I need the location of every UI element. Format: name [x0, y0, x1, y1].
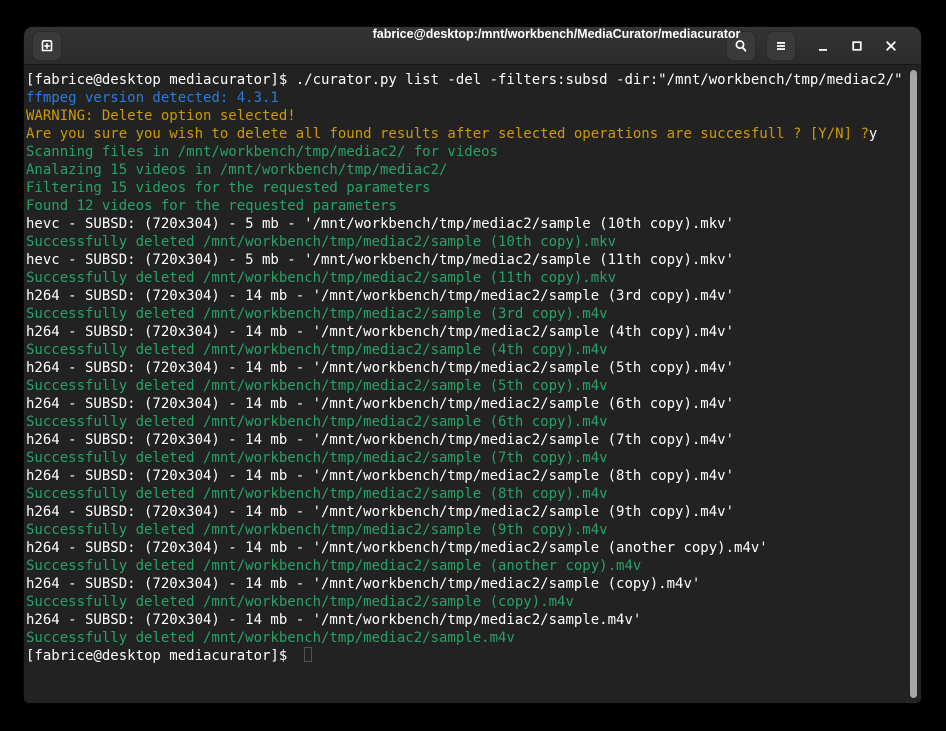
search-icon: [733, 38, 749, 54]
terminal-line: Are you sure you wish to delete all foun…: [26, 125, 907, 143]
terminal-line: h264 - SUBSD: (720x304) - 14 mb - '/mnt/…: [26, 359, 907, 377]
headerbar[interactable]: fabrice@desktop:/mnt/workbench/MediaCura…: [24, 27, 921, 65]
terminal-text-segment: h264 - SUBSD: (720x304) - 14 mb - '/mnt/…: [26, 360, 734, 376]
terminal-text-segment: [fabrice@desktop mediacurator]$ ./curato…: [26, 72, 903, 88]
terminal-text-segment: h264 - SUBSD: (720x304) - 14 mb - '/mnt/…: [26, 576, 700, 592]
terminal-line: h264 - SUBSD: (720x304) - 14 mb - '/mnt/…: [26, 431, 907, 449]
terminal-lines: [fabrice@desktop mediacurator]$ ./curato…: [26, 71, 907, 665]
terminal-line: Scanning files in /mnt/workbench/tmp/med…: [26, 143, 907, 161]
terminal-line: [fabrice@desktop mediacurator]$ ./curato…: [26, 71, 907, 89]
terminal-text-segment: hevc - SUBSD: (720x304) - 5 mb - '/mnt/w…: [26, 252, 734, 268]
terminal-text-segment: Successfully deleted /mnt/workbench/tmp/…: [26, 306, 608, 322]
terminal-text-segment: h264 - SUBSD: (720x304) - 14 mb - '/mnt/…: [26, 288, 734, 304]
terminal-text-segment: h264 - SUBSD: (720x304) - 14 mb - '/mnt/…: [26, 432, 734, 448]
terminal-text-segment: [fabrice@desktop mediacurator]$: [26, 648, 296, 664]
minimize-icon: [815, 38, 831, 54]
terminal-text-segment: Successfully deleted /mnt/workbench/tmp/…: [26, 450, 608, 466]
terminal-line: h264 - SUBSD: (720x304) - 14 mb - '/mnt/…: [26, 575, 907, 593]
scrollbar-thumb[interactable]: [910, 70, 917, 698]
terminal-output[interactable]: [fabrice@desktop mediacurator]$ ./curato…: [24, 65, 921, 702]
terminal-line: Successfully deleted /mnt/workbench/tmp/…: [26, 485, 907, 503]
terminal-line: h264 - SUBSD: (720x304) - 14 mb - '/mnt/…: [26, 611, 907, 629]
terminal-line: Successfully deleted /mnt/workbench/tmp/…: [26, 557, 907, 575]
maximize-icon: [849, 38, 865, 54]
search-button[interactable]: [726, 31, 756, 61]
terminal-text-segment: Successfully deleted /mnt/workbench/tmp/…: [26, 486, 608, 502]
terminal-text-segment: h264 - SUBSD: (720x304) - 14 mb - '/mnt/…: [26, 612, 641, 628]
terminal-line: h264 - SUBSD: (720x304) - 14 mb - '/mnt/…: [26, 503, 907, 521]
terminal-line: h264 - SUBSD: (720x304) - 14 mb - '/mnt/…: [26, 323, 907, 341]
terminal-text-segment: y: [869, 126, 877, 142]
terminal-text-segment: Successfully deleted /mnt/workbench/tmp/…: [26, 378, 608, 394]
terminal-line: h264 - SUBSD: (720x304) - 14 mb - '/mnt/…: [26, 467, 907, 485]
terminal-line: WARNING: Delete option selected!: [26, 107, 907, 125]
terminal-line: Successfully deleted /mnt/workbench/tmp/…: [26, 521, 907, 539]
terminal-cursor: [304, 647, 312, 662]
terminal-line: Successfully deleted /mnt/workbench/tmp/…: [26, 269, 907, 287]
terminal-text-segment: ffmpeg version detected: 4.3.1: [26, 90, 279, 106]
maximize-button[interactable]: [840, 31, 874, 61]
terminal-text-segment: Successfully deleted /mnt/workbench/tmp/…: [26, 558, 641, 574]
terminal-text-segment: Successfully deleted /mnt/workbench/tmp/…: [26, 630, 515, 646]
terminal-text-segment: Successfully deleted /mnt/workbench/tmp/…: [26, 522, 608, 538]
new-tab-icon: [39, 38, 55, 54]
terminal-line: Successfully deleted /mnt/workbench/tmp/…: [26, 341, 907, 359]
terminal-line: h264 - SUBSD: (720x304) - 14 mb - '/mnt/…: [26, 395, 907, 413]
terminal-line: h264 - SUBSD: (720x304) - 14 mb - '/mnt/…: [26, 287, 907, 305]
terminal-text-segment: Successfully deleted /mnt/workbench/tmp/…: [26, 594, 574, 610]
terminal-text-segment: hevc - SUBSD: (720x304) - 5 mb - '/mnt/w…: [26, 216, 734, 232]
close-icon: [883, 38, 899, 54]
hamburger-menu-icon: [774, 39, 788, 53]
terminal-text-segment: Analazing 15 videos in /mnt/workbench/tm…: [26, 162, 447, 178]
terminal-line: Successfully deleted /mnt/workbench/tmp/…: [26, 593, 907, 611]
terminal-text-segment: Found 12 videos for the requested parame…: [26, 198, 397, 214]
terminal-line: Successfully deleted /mnt/workbench/tmp/…: [26, 413, 907, 431]
terminal-line: Successfully deleted /mnt/workbench/tmp/…: [26, 305, 907, 323]
terminal-text-segment: Successfully deleted /mnt/workbench/tmp/…: [26, 270, 616, 286]
menu-button[interactable]: [766, 31, 796, 61]
close-button[interactable]: [874, 31, 908, 61]
terminal-text-segment: Successfully deleted /mnt/workbench/tmp/…: [26, 414, 608, 430]
terminal-line: Successfully deleted /mnt/workbench/tmp/…: [26, 377, 907, 395]
terminal-line: [fabrice@desktop mediacurator]$: [26, 647, 907, 665]
terminal-line: h264 - SUBSD: (720x304) - 14 mb - '/mnt/…: [26, 539, 907, 557]
terminal-text-segment: Are you sure you wish to delete all foun…: [26, 126, 869, 142]
terminal-window: fabrice@desktop:/mnt/workbench/MediaCura…: [24, 27, 921, 703]
minimize-button[interactable]: [806, 31, 840, 61]
new-tab-button[interactable]: [32, 31, 62, 61]
terminal-line: Found 12 videos for the requested parame…: [26, 197, 907, 215]
terminal-line: hevc - SUBSD: (720x304) - 5 mb - '/mnt/w…: [26, 215, 907, 233]
terminal-line: Filtering 15 videos for the requested pa…: [26, 179, 907, 197]
terminal-text-segment: h264 - SUBSD: (720x304) - 14 mb - '/mnt/…: [26, 504, 734, 520]
terminal-text-segment: Successfully deleted /mnt/workbench/tmp/…: [26, 234, 616, 250]
terminal-line: ffmpeg version detected: 4.3.1: [26, 89, 907, 107]
terminal-line: Analazing 15 videos in /mnt/workbench/tm…: [26, 161, 907, 179]
terminal-text-segment: h264 - SUBSD: (720x304) - 14 mb - '/mnt/…: [26, 540, 768, 556]
terminal-text-segment: Successfully deleted /mnt/workbench/tmp/…: [26, 342, 608, 358]
terminal-text-segment: h264 - SUBSD: (720x304) - 14 mb - '/mnt/…: [26, 324, 734, 340]
terminal-text-segment: Scanning files in /mnt/workbench/tmp/med…: [26, 144, 498, 160]
terminal-line: Successfully deleted /mnt/workbench/tmp/…: [26, 449, 907, 467]
terminal-text-segment: h264 - SUBSD: (720x304) - 14 mb - '/mnt/…: [26, 468, 734, 484]
terminal-text-segment: WARNING: Delete option selected!: [26, 108, 296, 124]
terminal-line: Successfully deleted /mnt/workbench/tmp/…: [26, 233, 907, 251]
terminal-line: Successfully deleted /mnt/workbench/tmp/…: [26, 629, 907, 647]
window-title: fabrice@desktop:/mnt/workbench/MediaCura…: [373, 27, 741, 65]
terminal-text-segment: h264 - SUBSD: (720x304) - 14 mb - '/mnt/…: [26, 396, 734, 412]
terminal-line: hevc - SUBSD: (720x304) - 5 mb - '/mnt/w…: [26, 251, 907, 269]
terminal-text-segment: Filtering 15 videos for the requested pa…: [26, 180, 431, 196]
scrollbar[interactable]: [908, 65, 921, 702]
